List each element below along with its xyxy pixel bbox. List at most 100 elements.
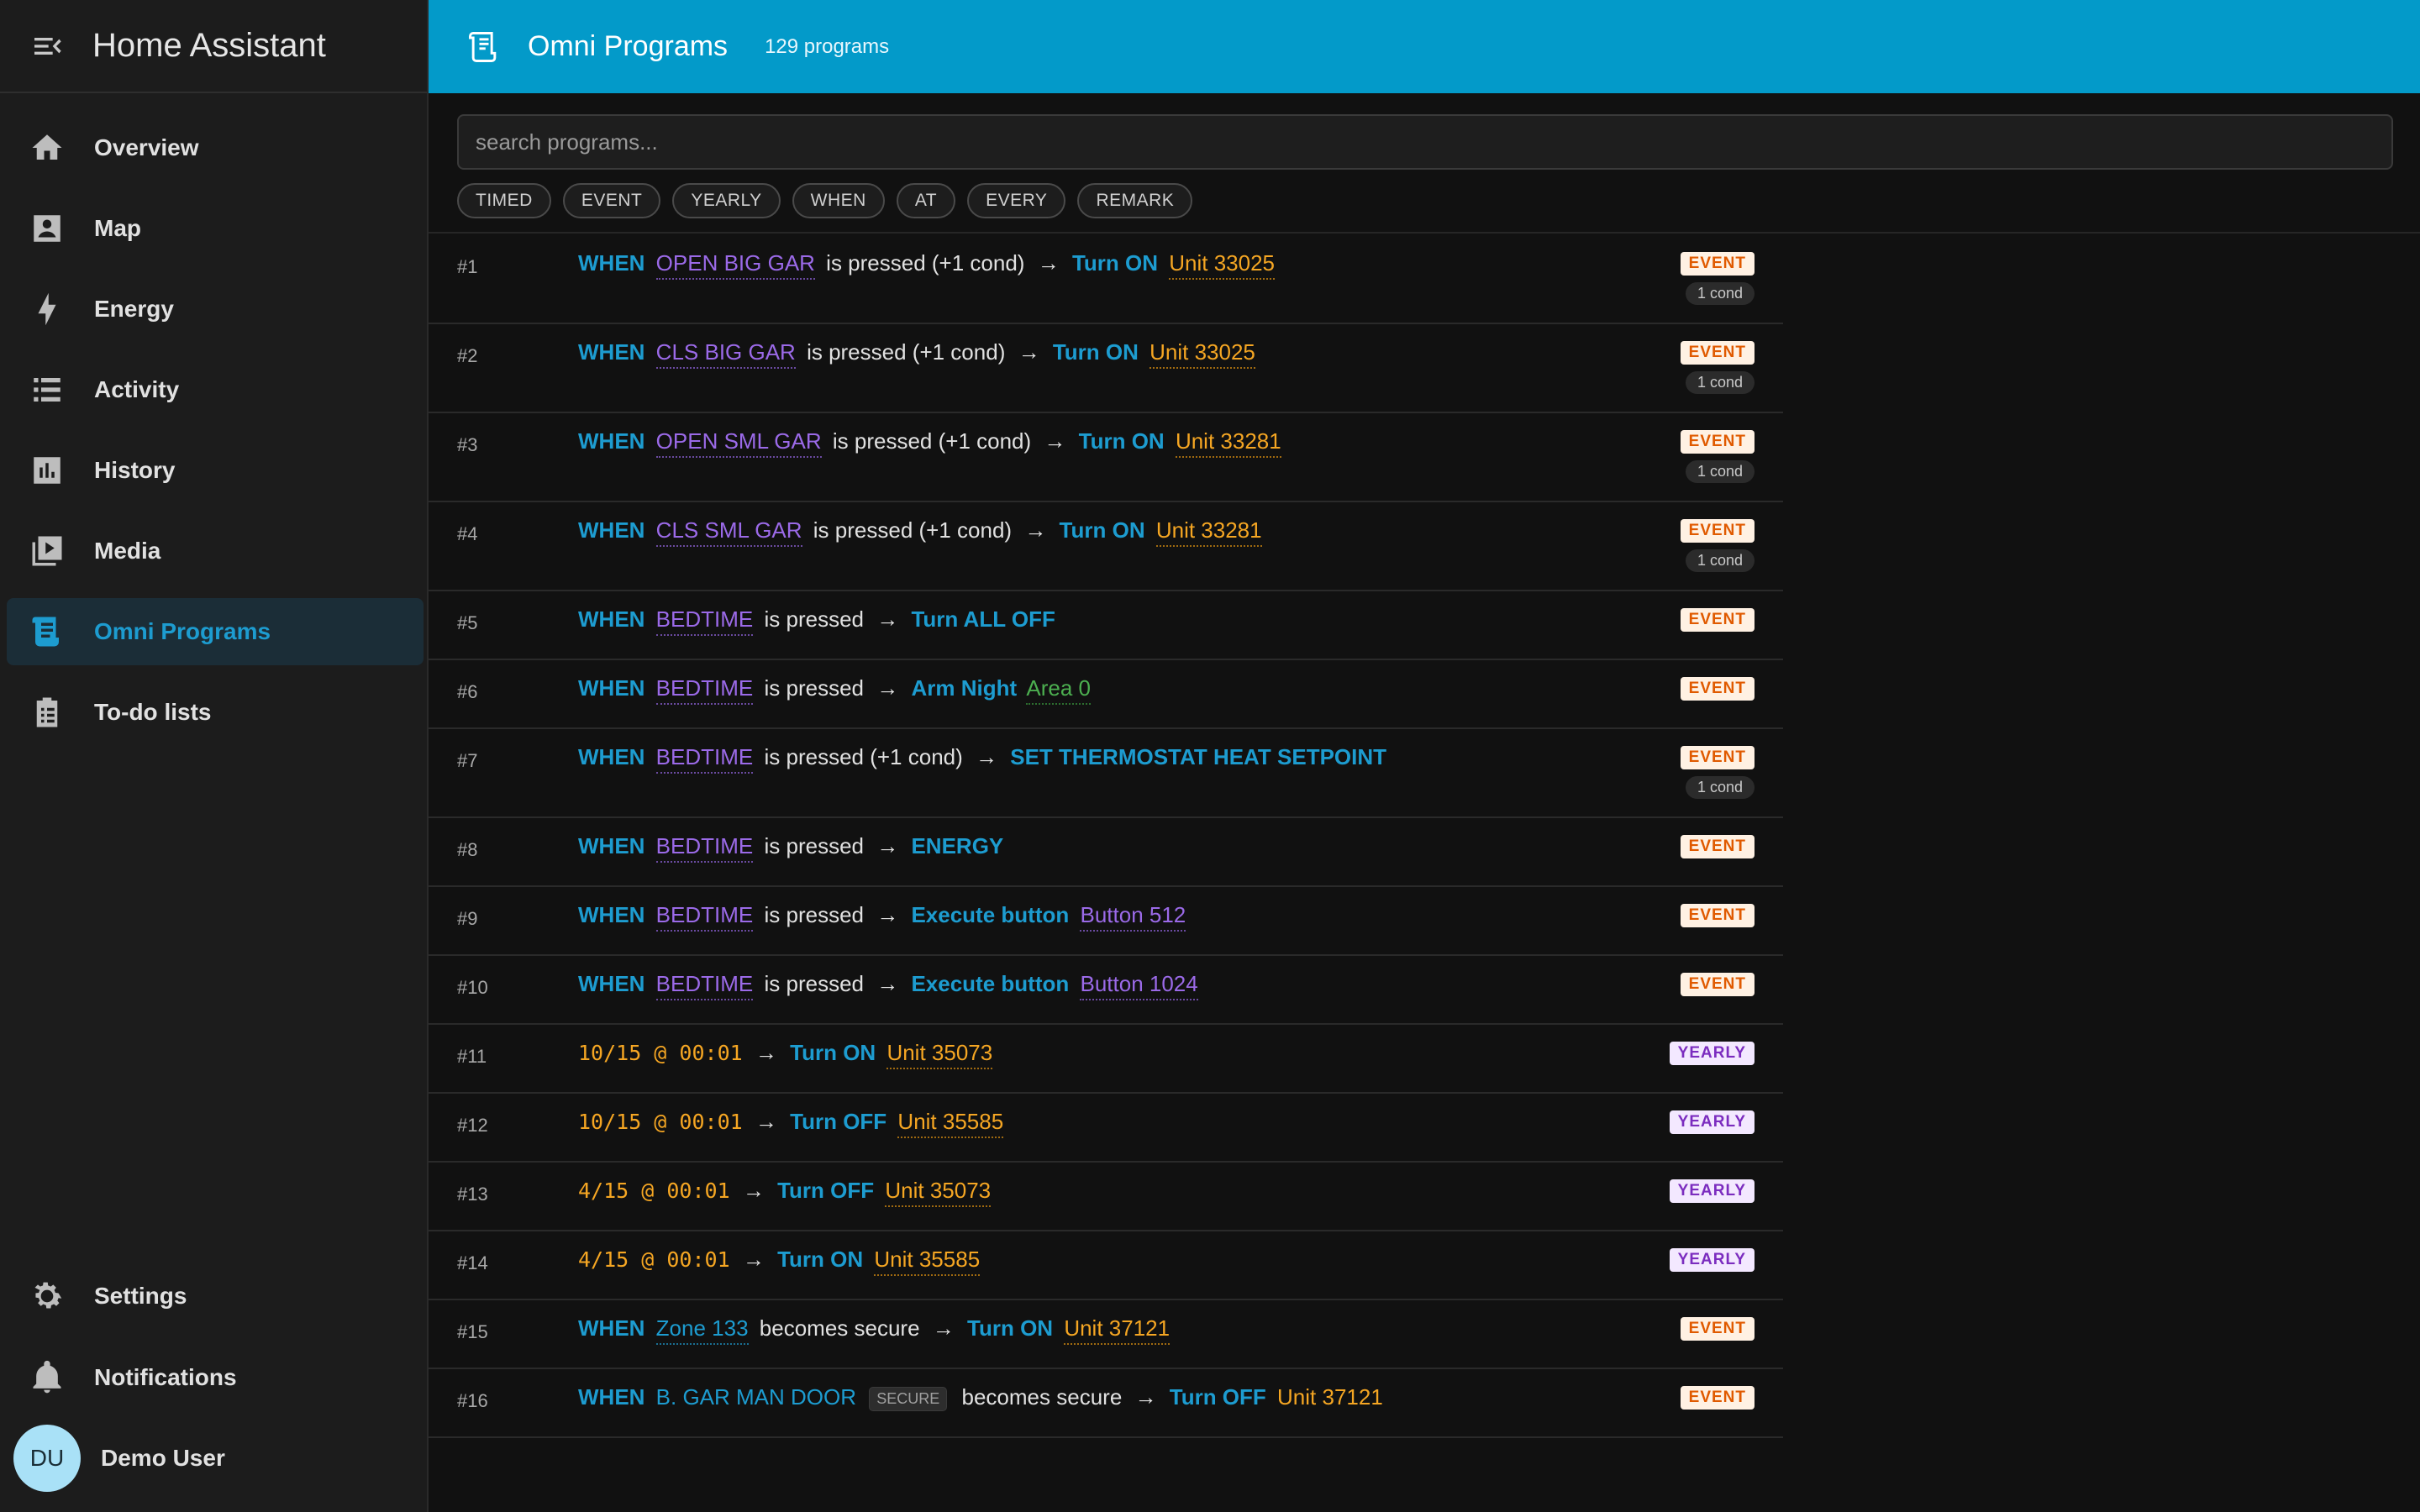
condition-count-badge: 1 cond	[1685, 776, 1754, 799]
entity-link[interactable]: CLS SML GAR	[655, 517, 802, 547]
program-row[interactable]: #11 10/15 @ 00:01 → Turn ON Unit 35073 YE…	[429, 1025, 1783, 1094]
schedule-time: 10/15 @ 00:01	[578, 1110, 743, 1134]
sidebar-item-media[interactable]: Media	[7, 517, 424, 585]
program-badges: EVENT 1 cond	[1680, 519, 1754, 572]
sidebar-item-label: History	[94, 457, 176, 483]
entity-link[interactable]: Unit 33025	[1150, 339, 1255, 369]
program-number: #6	[457, 681, 478, 702]
entity-link[interactable]: Unit 33025	[1169, 250, 1275, 280]
statement-keyword: Arm Night	[911, 675, 1018, 701]
program-row[interactable]: #9 WHEN BEDTIME is pressed → Execute butt…	[429, 887, 1783, 956]
arrow-icon: →	[876, 833, 899, 858]
sidebar-item-label: Energy	[94, 296, 174, 322]
entity-link[interactable]: Unit 37121	[1064, 1315, 1171, 1345]
filter-chip-at[interactable]: AT	[896, 183, 956, 218]
program-number: #8	[457, 839, 478, 860]
program-badges: EVENT 1 cond	[1680, 252, 1754, 305]
type-badge: EVENT	[1680, 973, 1754, 996]
entity-link[interactable]: Zone 133	[655, 1315, 749, 1345]
program-row[interactable]: #3 WHEN OPEN SML GAR is pressed (+1 cond)…	[429, 413, 1783, 502]
statement-keyword: Execute button	[911, 971, 1070, 996]
sidebar-item-energy[interactable]: Energy	[7, 276, 424, 343]
sidebar-item-label: Media	[94, 538, 161, 564]
filter-chip-when[interactable]: WHEN	[792, 183, 885, 218]
sidebar-item-label: Omni Programs	[94, 618, 271, 644]
program-count: 129 programs	[765, 34, 890, 58]
program-row[interactable]: #8 WHEN BEDTIME is pressed → ENERGY EVENT	[429, 818, 1783, 887]
filter-chip-event[interactable]: EVENT	[562, 183, 661, 218]
type-badge: EVENT	[1680, 746, 1754, 769]
filter-chip-every[interactable]: EVERY	[967, 183, 1066, 218]
sidebar-item-settings[interactable]: Settings	[7, 1263, 424, 1330]
program-number: #9	[457, 908, 478, 929]
program-row[interactable]: #5 WHEN BEDTIME is pressed → Turn ALL OFF…	[429, 591, 1783, 660]
entity-link[interactable]: Button 512	[1080, 902, 1186, 932]
sidebar-item-map[interactable]: Map	[7, 195, 424, 262]
entity-link[interactable]: Unit 37121	[1277, 1384, 1383, 1412]
sidebar-item-user[interactable]: DU Demo User	[7, 1425, 424, 1492]
program-list: #1 WHEN OPEN BIG GAR is pressed (+1 cond)…	[429, 235, 1783, 1438]
program-row[interactable]: #16 WHEN B. GAR MAN DOOR SECURE becomes s…	[429, 1369, 1783, 1438]
entity-link[interactable]: BEDTIME	[655, 902, 754, 932]
statement-keyword: Turn ON	[1059, 517, 1145, 543]
program-row[interactable]: #10 WHEN BEDTIME is pressed → Execute but…	[429, 956, 1783, 1025]
entity-link[interactable]: OPEN BIG GAR	[655, 250, 815, 280]
program-row[interactable]: #6 WHEN BEDTIME is pressed → Arm Night Ar…	[429, 660, 1783, 729]
entity-link[interactable]: Button 1024	[1080, 971, 1198, 1000]
entity-link[interactable]: Unit 35585	[874, 1247, 981, 1276]
entity-link[interactable]: CLS BIG GAR	[655, 339, 796, 369]
arrow-icon: →	[876, 675, 899, 701]
entity-link[interactable]: BEDTIME	[655, 606, 754, 636]
arrow-icon: →	[976, 744, 998, 769]
app-title: Home Assistant	[92, 27, 326, 64]
program-statement: WHEN Zone 133 becomes secure → Turn ON U…	[578, 1315, 1175, 1345]
entity-link[interactable]: Unit 35585	[897, 1109, 1004, 1138]
program-row[interactable]: #15 WHEN Zone 133 becomes secure → Turn O…	[429, 1300, 1783, 1369]
entity-link[interactable]: OPEN SML GAR	[655, 428, 822, 458]
menu-toggle-icon[interactable]	[24, 23, 71, 70]
program-row[interactable]: #2 WHEN CLS BIG GAR is pressed (+1 cond) …	[429, 324, 1783, 413]
entity-link[interactable]: Unit 33281	[1155, 517, 1262, 547]
program-number: #3	[457, 434, 478, 455]
entity-link[interactable]: Unit 35073	[885, 1178, 992, 1207]
filter-chip-timed[interactable]: TIMED	[457, 183, 551, 218]
filter-chip-remark[interactable]: REMARK	[1077, 183, 1193, 218]
avatar: DU	[13, 1425, 81, 1492]
entity-link[interactable]: BEDTIME	[655, 744, 754, 774]
secure-tag: SECURE	[869, 1386, 948, 1411]
sidebar-item-history[interactable]: History	[7, 437, 424, 504]
statement-text: is pressed (+1 cond)	[832, 428, 1032, 454]
sidebar-item-overview[interactable]: Overview	[7, 114, 424, 181]
program-number: #15	[457, 1321, 488, 1342]
program-badges: YEARLY	[1669, 1248, 1754, 1272]
entity-link[interactable]: Area 0	[1026, 675, 1091, 705]
entity-link[interactable]: BEDTIME	[655, 675, 754, 705]
search-input[interactable]	[457, 114, 2393, 170]
program-statement: WHEN CLS SML GAR is pressed (+1 cond) → …	[578, 517, 1267, 547]
entity-link[interactable]: BEDTIME	[655, 971, 754, 1000]
entity-link[interactable]: Unit 35073	[886, 1040, 993, 1069]
type-badge: YEARLY	[1669, 1179, 1754, 1203]
program-row[interactable]: #4 WHEN CLS SML GAR is pressed (+1 cond) …	[429, 502, 1783, 591]
statement-keyword: Turn ON	[1078, 428, 1165, 454]
program-row[interactable]: #13 4/15 @ 00:01 → Turn OFF Unit 35073 YE…	[429, 1163, 1783, 1231]
statement-text: is pressed (+1 cond)	[807, 339, 1006, 365]
chart-box-icon	[27, 450, 67, 491]
sidebar-item-activity[interactable]: Activity	[7, 356, 424, 423]
statement-keyword: Turn ON	[967, 1315, 1054, 1341]
program-row[interactable]: #14 4/15 @ 00:01 → Turn ON Unit 35585 YEA…	[429, 1231, 1783, 1300]
program-row[interactable]: #1 WHEN OPEN BIG GAR is pressed (+1 cond)…	[429, 235, 1783, 324]
program-row[interactable]: #12 10/15 @ 00:01 → Turn OFF Unit 35585 Y…	[429, 1094, 1783, 1163]
sidebar: Home Assistant Overview Map Energy Activ…	[0, 0, 429, 1512]
sidebar-item-notifications[interactable]: Notifications	[7, 1344, 424, 1411]
entity-link[interactable]: B. GAR MAN DOOR	[656, 1384, 856, 1410]
program-badges: EVENT	[1680, 1386, 1754, 1410]
program-number: #2	[457, 345, 478, 366]
sidebar-item-todo-lists[interactable]: To-do lists	[7, 679, 424, 746]
statement-text: becomes secure	[759, 1315, 920, 1341]
entity-link[interactable]: BEDTIME	[655, 833, 754, 863]
filter-chip-yearly[interactable]: YEARLY	[672, 183, 781, 218]
sidebar-item-omni-programs[interactable]: Omni Programs	[7, 598, 424, 665]
entity-link[interactable]: Unit 33281	[1175, 428, 1281, 458]
program-row[interactable]: #7 WHEN BEDTIME is pressed (+1 cond) → SE…	[429, 729, 1783, 818]
